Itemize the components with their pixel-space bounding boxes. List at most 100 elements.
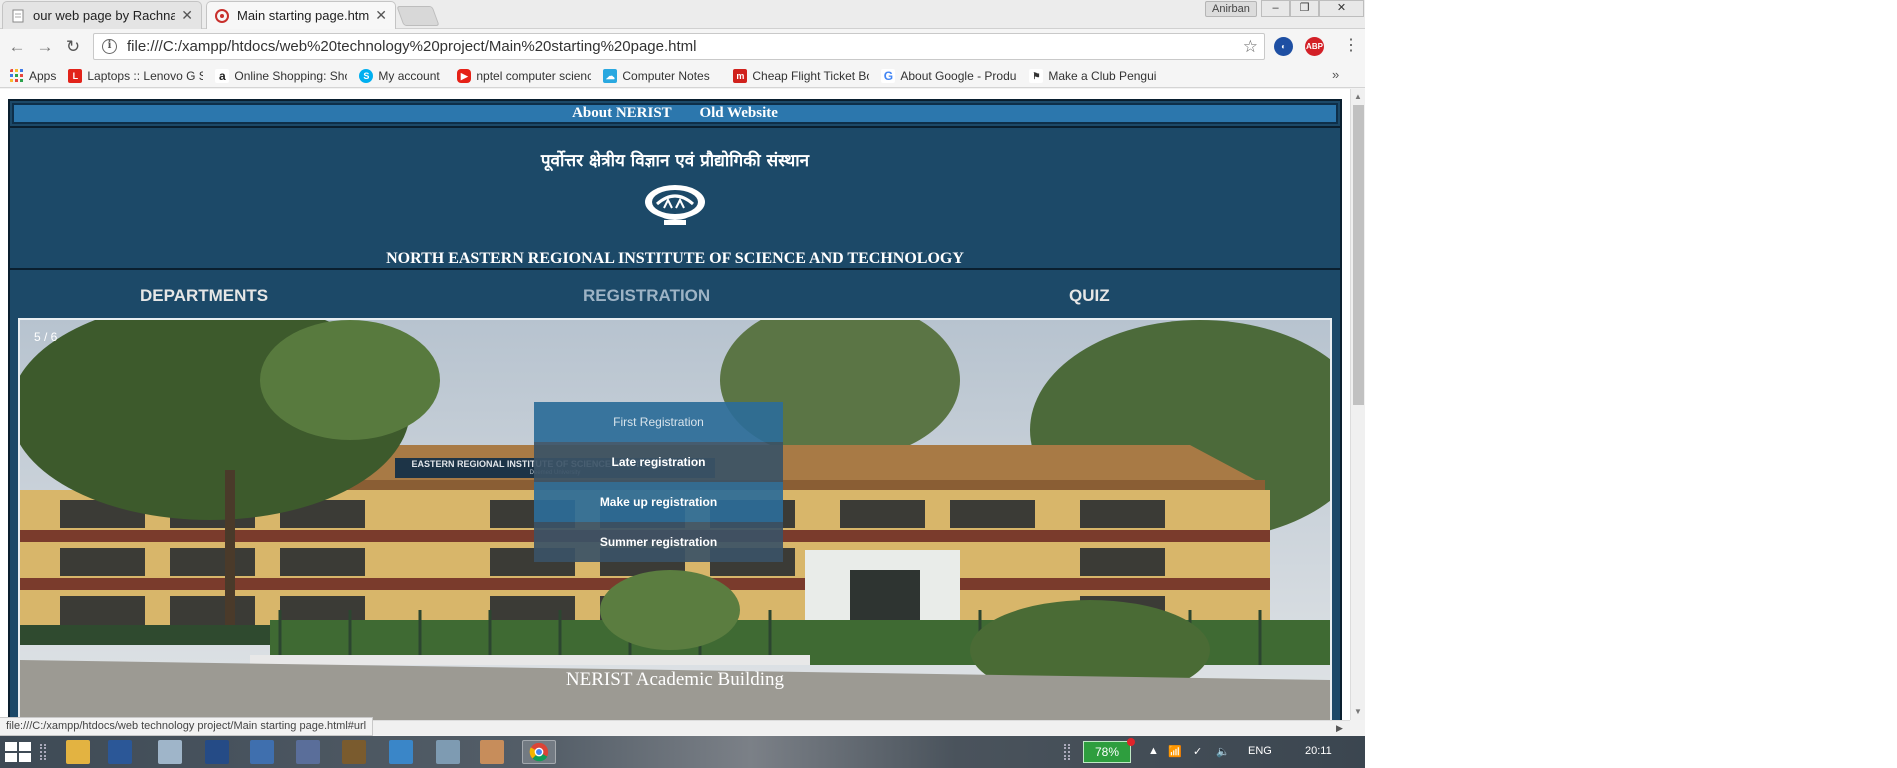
chrome-icon [529,742,549,762]
close-window-button[interactable]: ✕ [1319,0,1364,17]
bookmarks-bar: Apps L Laptops :: Lenovo G S a Online Sh… [0,64,1365,88]
bookmark-label: About Google - Produ [900,68,1017,83]
menu-makeup-registration[interactable]: Make up registration [534,482,783,522]
xampp-icon[interactable] [480,740,504,764]
link-app-icon[interactable] [296,740,320,764]
nav-registration[interactable]: REGISTRATION [583,286,710,306]
bookmark-apps[interactable]: Apps [10,68,57,83]
bookmark-club-penguin[interactable]: ⚑ Make a Club Penguin [1029,68,1158,83]
tab-close-icon[interactable]: ✕ [375,7,387,24]
scroll-right-icon[interactable]: ▶ [1336,723,1343,734]
tray-grip-icon [1064,744,1070,760]
slide-counter: 5 / 6 [34,330,58,344]
bookmark-label: Computer Notes [622,68,710,83]
notepad-icon[interactable] [158,740,182,764]
network-app-icon[interactable] [436,740,460,764]
scroll-up-icon[interactable]: ▲ [1354,92,1362,101]
bookmark-nptel[interactable]: ▶ nptel computer scienc [457,68,592,83]
bookmark-about-google[interactable]: G About Google - Produ [881,68,1017,83]
browser-toolbar: ← → ↻ i file:///C:/xampp/htdocs/web%20te… [0,29,1365,64]
windows-start-icon[interactable] [4,741,32,763]
minimize-button[interactable]: – [1261,0,1290,17]
more-bookmarks-icon[interactable]: » [1332,67,1339,82]
top-nav: About NERIST Old Website [12,103,1338,124]
document-icon [12,9,24,22]
bookmark-label: Online Shopping: Sho [234,68,348,83]
status-bar-url: file:///C:/xampp/htdocs/web technology p… [0,717,374,736]
nav-departments[interactable]: DEPARTMENTS [140,286,268,306]
menu-summer-registration[interactable]: Summer registration [534,522,783,562]
screen: our web page by Rachna ✕ Main starting p… [0,0,1365,768]
file-explorer-icon[interactable] [66,740,90,764]
tab-main-starting-page[interactable]: Main starting page.html ✕ [206,1,396,29]
makemytrip-icon: m [733,68,748,83]
site-favicon-icon [215,8,229,23]
bookmark-amazon[interactable]: a Online Shopping: Sho [215,68,348,83]
extension-globe-icon[interactable]: ◐ [1274,37,1293,56]
old-website-link[interactable]: Old Website [699,105,778,121]
bookmark-label: My account [378,68,440,83]
bookmark-label: Laptops :: Lenovo G S [87,68,204,83]
tab-close-icon[interactable]: ✕ [181,7,193,24]
windows-taskbar: 78% ▲ 📶 ✓ 🔈 ENG 20:11 [0,736,1365,768]
youtube-icon: ▶ [457,68,472,83]
restore-button[interactable]: ❐ [1290,0,1319,17]
chrome-taskbar-icon[interactable] [522,740,556,764]
apps-grid-icon [10,68,23,82]
address-url[interactable]: file:///C:/xampp/htdocs/web%20technology… [127,38,1243,55]
wifi-icon[interactable]: 📶 [1168,745,1182,758]
window-controls: – ❐ ✕ [1261,0,1364,17]
bookmark-my-account[interactable]: S My account [359,68,445,83]
institute-name: NORTH EASTERN REGIONAL INSTITUTE OF SCIE… [386,250,964,267]
back-arrow-icon[interactable]: ← [7,37,27,57]
word-icon[interactable] [108,740,132,764]
tab-title: Main starting page.html [237,8,370,23]
about-nerist-link[interactable]: About NERIST [572,105,672,121]
bookmark-cheap-flight[interactable]: m Cheap Flight Ticket Bo [733,68,870,83]
adblock-plus-icon[interactable]: ABP [1305,37,1324,56]
archive-icon[interactable] [342,740,366,764]
vertical-scrollbar[interactable]: ▲ ▼ [1350,89,1365,720]
penguin-icon: ⚑ [1029,68,1044,83]
bookmark-label: Make a Club Penguin [1048,68,1158,83]
menu-first-registration[interactable]: First Registration [534,402,783,442]
editor-icon[interactable] [389,740,413,764]
app-icon[interactable] [205,740,229,764]
scroll-down-icon[interactable]: ▼ [1354,707,1362,716]
language-indicator[interactable]: ENG [1248,745,1272,757]
bookmark-label: Apps [29,68,57,83]
remote-desktop-icon[interactable] [250,740,274,764]
menu-late-registration[interactable]: Late registration [534,442,783,482]
reload-icon[interactable]: ↻ [63,37,83,57]
volume-icon[interactable]: 🔈 [1216,745,1230,758]
bookmark-label: nptel computer scienc [476,68,592,83]
tab-our-web-page[interactable]: our web page by Rachna ✕ [2,1,202,29]
forward-arrow-icon[interactable]: → [35,37,55,57]
google-icon: G [881,68,896,83]
browser-menu-icon[interactable]: ⋮ [1343,36,1359,56]
scrollbar-thumb[interactable] [1353,105,1364,405]
bookmark-computer-notes[interactable]: ☁ Computer Notes [603,68,721,83]
battery-indicator[interactable]: 78% [1083,741,1131,763]
address-bar[interactable]: i file:///C:/xampp/htdocs/web%20technolo… [93,33,1265,60]
site-container: About NERIST Old Website पूर्वोत्तर क्षे… [8,99,1342,720]
site-header: पूर्वोत्तर क्षेत्रीय विज्ञान एवं प्रौद्य… [10,126,1340,270]
registration-dropdown: First Registration Late registration Mak… [534,402,783,562]
info-icon[interactable]: i [102,39,117,54]
security-icon[interactable]: ✓ [1193,745,1202,758]
lenovo-icon: L [68,68,83,83]
bookmark-lenovo[interactable]: L Laptops :: Lenovo G S [68,68,204,83]
bookmark-star-icon[interactable]: ☆ [1243,37,1258,57]
cloud-icon: ☁ [603,68,618,83]
skype-icon: S [359,68,374,83]
new-tab-button[interactable] [396,6,440,26]
tab-title: our web page by Rachna [33,8,176,23]
profile-button[interactable]: Anirban [1205,1,1257,17]
clock[interactable]: 20:11 [1305,745,1332,757]
main-nav: DEPARTMENTS REGISTRATION QUIZ [10,272,1340,316]
tray-expand-icon[interactable]: ▲ [1148,745,1159,757]
bookmark-label: Cheap Flight Ticket Bo [752,68,870,83]
taskbar-grip-icon [40,744,46,760]
page-viewport: About NERIST Old Website पूर्वोत्तर क्षे… [0,89,1350,720]
nav-quiz[interactable]: QUIZ [1069,286,1110,306]
